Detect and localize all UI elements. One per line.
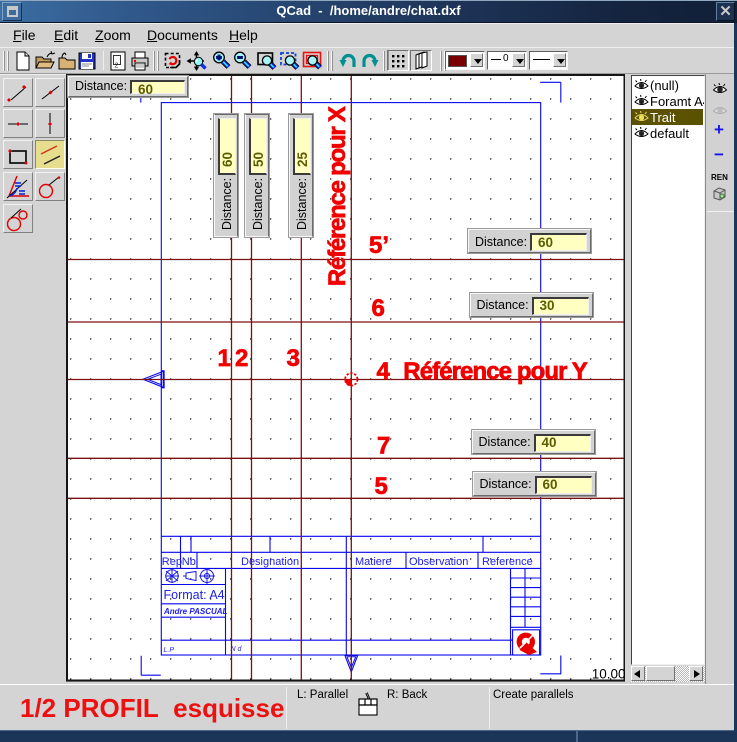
svg-text:Référence pour X: Référence pour X — [324, 106, 351, 286]
svg-text:Designation: Designation — [241, 556, 299, 568]
svg-text:Rep: Rep — [162, 556, 182, 568]
svg-text:Nb: Nb — [182, 556, 196, 568]
svg-text:2: 2 — [115, 63, 119, 70]
svg-text:Matiere: Matiere — [355, 556, 392, 568]
svg-text:1: 1 — [218, 345, 231, 372]
svg-text:L.P: L.P — [164, 647, 175, 654]
svg-text:6: 6 — [372, 295, 385, 322]
svg-text:10.00: 10.00 — [592, 667, 626, 682]
svg-text:Observation: Observation — [409, 556, 468, 568]
svg-text:Andre PASCUAL: Andre PASCUAL — [163, 607, 228, 616]
svg-text:5: 5 — [375, 473, 388, 500]
svg-text:2: 2 — [235, 345, 248, 372]
svg-text:Reference: Reference — [482, 556, 533, 568]
svg-text:3: 3 — [287, 345, 300, 372]
svg-text:5’: 5’ — [369, 232, 389, 259]
svg-text:Format: A4: Format: A4 — [164, 588, 225, 602]
svg-text:4: 4 — [377, 358, 391, 385]
svg-text:7: 7 — [377, 433, 390, 460]
svg-text:Référence pour Y: Référence pour Y — [403, 358, 588, 385]
svg-text:N d: N d — [231, 646, 243, 653]
